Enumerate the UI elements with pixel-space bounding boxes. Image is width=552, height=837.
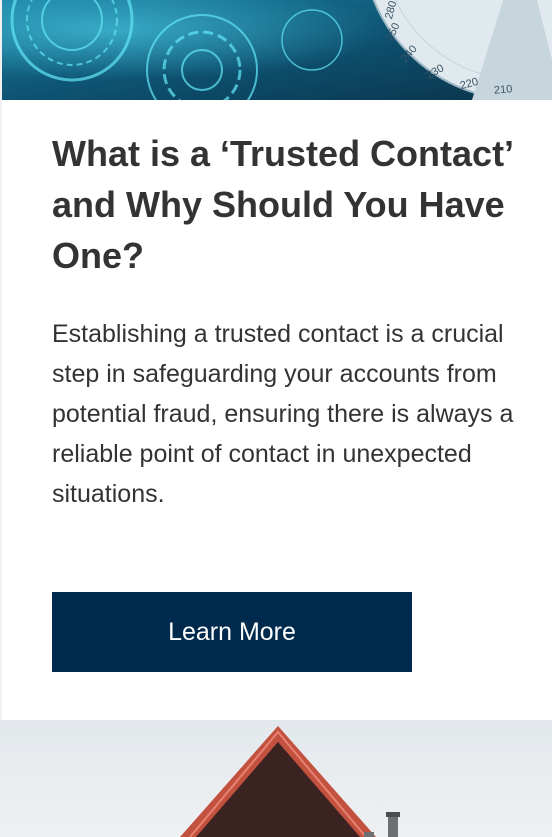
learn-more-button[interactable]: Learn More bbox=[52, 592, 412, 672]
dial-tick-label: 250 bbox=[383, 21, 403, 43]
dial-tick-label: 240 bbox=[398, 43, 420, 65]
dial-tick-label: 220 bbox=[458, 75, 480, 93]
dial-tick-label: 230 bbox=[424, 62, 447, 82]
article-description: Establishing a trusted contact is a cruc… bbox=[52, 320, 514, 508]
house-roof-graphic bbox=[0, 720, 552, 837]
hero-image: 280 250 240 230 220 210 bbox=[2, 0, 552, 100]
dial-tick-label: 210 bbox=[493, 83, 513, 97]
dial-tick-label: 280 bbox=[383, 0, 400, 21]
article-content: What is a ‘Trusted Contact’ and Why Shou… bbox=[52, 128, 552, 514]
house-photo bbox=[0, 720, 552, 837]
article-card: 280 250 240 230 220 210 What is a ‘Trust… bbox=[2, 0, 552, 720]
hero-dial-ticks: 280 250 240 230 220 210 bbox=[382, 0, 552, 100]
article-title: What is a ‘Trusted Contact’ and Why Shou… bbox=[52, 133, 515, 276]
